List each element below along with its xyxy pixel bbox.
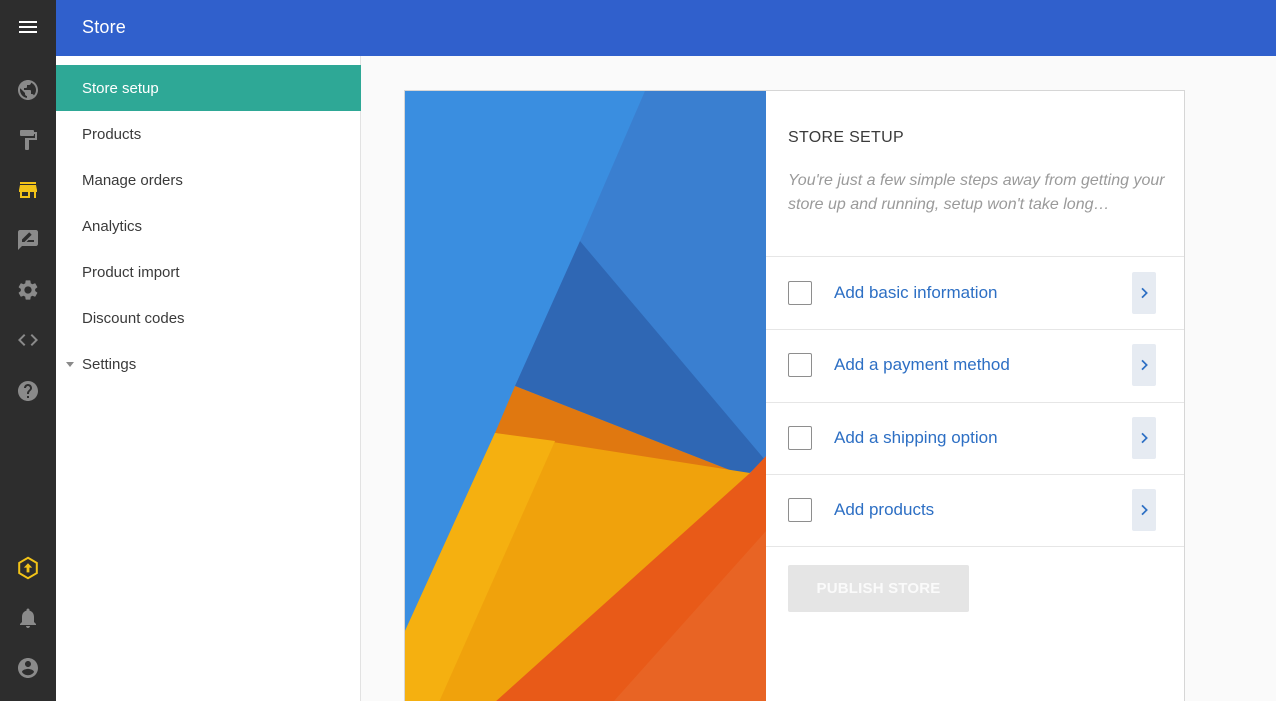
menu-button[interactable] <box>0 2 56 52</box>
step-checkbox[interactable] <box>788 426 812 450</box>
code-icon <box>18 334 38 346</box>
app-title: Store <box>82 17 127 37</box>
feedback-icon <box>18 230 38 250</box>
nav-item-label: Store setup <box>82 79 159 97</box>
rail-design-button[interactable] <box>0 115 56 165</box>
step-label[interactable]: Add products <box>834 500 934 520</box>
top-app-bar: Store <box>56 0 1276 56</box>
step-checkbox[interactable] <box>788 353 812 377</box>
step-open-button[interactable] <box>1132 272 1156 314</box>
help-icon <box>18 381 38 401</box>
publish-store-button[interactable]: PUBLISH STORE <box>788 565 969 612</box>
chevron-right-icon <box>1141 432 1148 444</box>
rail-feedback-button[interactable] <box>0 215 56 265</box>
chevron-right-icon <box>1141 287 1148 299</box>
rail-notifications-button[interactable] <box>0 593 56 643</box>
step-shipping-option[interactable]: Add a shipping option <box>766 402 1184 474</box>
globe-icon <box>18 80 38 100</box>
rail-website-button[interactable] <box>0 65 56 115</box>
setup-intro: You're just a few simple steps away from… <box>788 172 1165 213</box>
menu-icon <box>19 21 37 33</box>
hero-illustration <box>405 91 766 701</box>
step-label[interactable]: Add basic information <box>834 283 997 303</box>
nav-item-settings[interactable]: Settings <box>56 341 361 387</box>
rail-account-button[interactable] <box>0 643 56 693</box>
nav-item-label: Products <box>82 125 142 143</box>
nav-item-label: Discount codes <box>82 309 185 327</box>
nav-item-manage-orders[interactable]: Manage orders <box>56 157 361 203</box>
chevron-right-icon <box>1141 504 1148 516</box>
step-basic-information[interactable]: Add basic information <box>766 257 1184 329</box>
caret-down-icon <box>66 361 74 367</box>
divider <box>766 546 1184 547</box>
nav-item-products[interactable]: Products <box>56 111 361 157</box>
store-icon <box>19 182 37 198</box>
step-checkbox[interactable] <box>788 498 812 522</box>
nav-item-label: Product import <box>82 263 180 281</box>
rail-settings-button[interactable] <box>0 265 56 315</box>
step-label[interactable]: Add a shipping option <box>834 428 998 448</box>
gear-icon <box>18 280 38 300</box>
nav-item-label: Manage orders <box>82 171 183 189</box>
nav-item-discount-codes[interactable]: Discount codes <box>56 295 361 341</box>
nav-item-store-setup[interactable]: Store setup <box>56 65 361 111</box>
rail-help-button[interactable] <box>0 366 56 416</box>
account-icon <box>18 658 38 678</box>
step-checkbox[interactable] <box>788 281 812 305</box>
step-products[interactable]: Add products <box>766 474 1184 546</box>
rail-store-button[interactable] <box>0 165 56 215</box>
app-rail <box>0 0 56 701</box>
nav-item-product-import[interactable]: Product import <box>56 249 361 295</box>
paint-roller-icon <box>20 130 37 150</box>
step-label[interactable]: Add a payment method <box>834 355 1010 375</box>
nav-item-label: Analytics <box>82 217 143 235</box>
nav-item-analytics[interactable]: Analytics <box>56 203 361 249</box>
step-open-button[interactable] <box>1132 489 1156 531</box>
upgrade-icon <box>18 556 38 580</box>
rail-code-button[interactable] <box>0 315 56 365</box>
rail-upgrade-button[interactable] <box>0 543 56 593</box>
setup-heading: STORE SETUP <box>788 129 904 146</box>
store-setup-card: STORE SETUP You're just a few simple ste… <box>404 90 1185 701</box>
step-open-button[interactable] <box>1132 344 1156 386</box>
setup-panel: STORE SETUP You're just a few simple ste… <box>766 91 1184 701</box>
step-payment-method[interactable]: Add a payment method <box>766 329 1184 401</box>
step-open-button[interactable] <box>1132 417 1156 459</box>
chevron-right-icon <box>1141 359 1148 371</box>
nav-item-label: Settings <box>82 355 137 373</box>
bell-icon <box>20 608 36 628</box>
store-nav: Store setup Products Manage orders Analy… <box>56 56 361 701</box>
material-shapes-illustration <box>405 91 766 701</box>
